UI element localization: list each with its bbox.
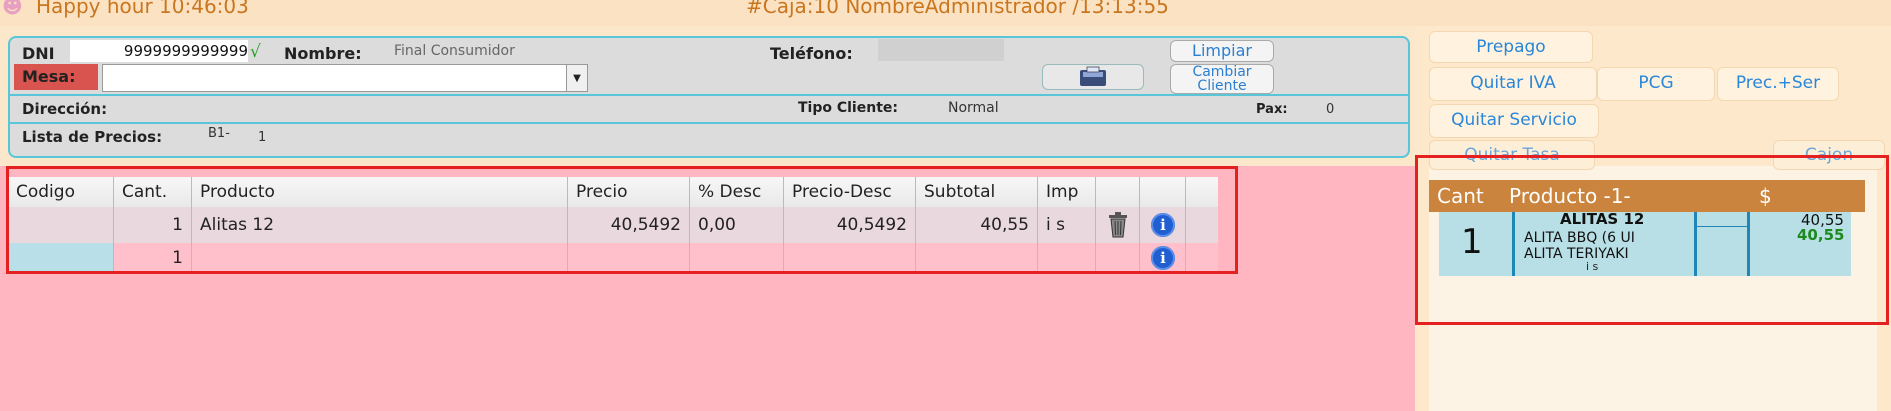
customer-form: DNI 9999999999999 √ Nombre: Final Consum…: [8, 36, 1410, 158]
form-divider: [10, 94, 1408, 96]
card-reader-button[interactable]: [1042, 64, 1144, 90]
nombre-value[interactable]: Final Consumidor: [394, 43, 515, 59]
prepago-button[interactable]: Prepago: [1429, 31, 1593, 63]
limpiar-button[interactable]: Limpiar: [1170, 40, 1274, 62]
lista-precios-code: B1-: [208, 126, 230, 141]
card-reader-icon: [1080, 66, 1106, 86]
chevron-down-icon[interactable]: ▼: [566, 64, 588, 92]
quitar-servicio-button[interactable]: Quitar Servicio: [1429, 104, 1599, 138]
cambiar-cliente-button[interactable]: Cambiar Cliente: [1170, 64, 1274, 94]
direccion-label: Dirección:: [22, 100, 108, 118]
prec-ser-button[interactable]: Prec.+Ser: [1717, 67, 1839, 101]
smiley-icon: ☻: [2, 0, 23, 18]
lista-precios-value[interactable]: 1: [258, 130, 266, 145]
form-divider: [10, 122, 1408, 124]
dni-label: DNI: [22, 44, 55, 63]
lista-precios-label: Lista de Precios:: [22, 128, 163, 146]
telefono-label: Teléfono:: [770, 44, 853, 63]
mesa-label: Mesa:: [14, 64, 98, 90]
top-status-bar: ☻ Happy hour 10:46:03 #Caja:10 NombreAdm…: [0, 0, 1891, 26]
tipo-cliente-label: Tipo Cliente:: [798, 100, 898, 116]
tipo-cliente-value: Normal: [948, 100, 999, 116]
happy-hour-status: Happy hour 10:46:03: [36, 0, 249, 18]
pax-value[interactable]: 0: [1326, 102, 1334, 117]
pax-label: Pax:: [1256, 102, 1288, 117]
order-highlight-box: [1415, 155, 1889, 325]
grid-highlight-box: [6, 166, 1238, 274]
dni-input[interactable]: 9999999999999: [70, 40, 248, 62]
quitar-iva-button[interactable]: Quitar IVA: [1429, 67, 1597, 101]
pcg-button[interactable]: PCG: [1597, 67, 1715, 101]
nombre-label: Nombre:: [284, 44, 362, 63]
cashier-status: #Caja:10 NombreAdministrador /13:13:55: [746, 0, 1169, 18]
mesa-select[interactable]: [102, 64, 574, 92]
dni-valid-check-icon: √: [250, 42, 261, 62]
telefono-input[interactable]: [878, 39, 1004, 61]
